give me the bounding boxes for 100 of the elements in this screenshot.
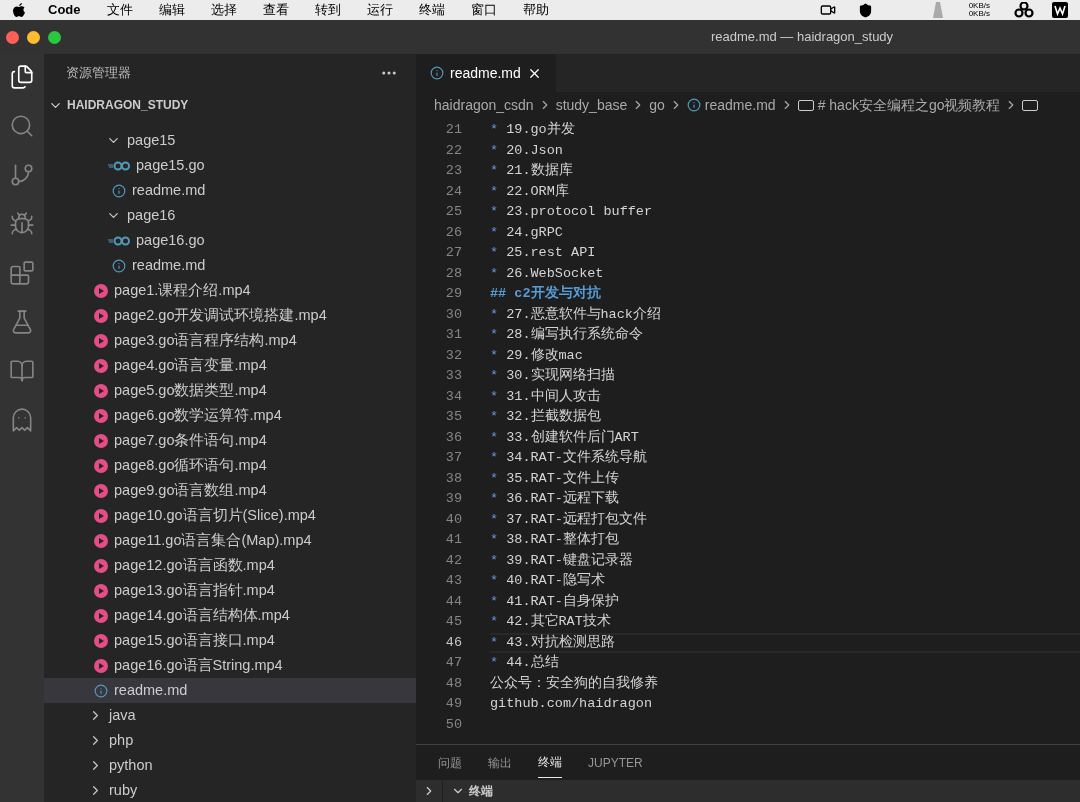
panel-tab[interactable]: 输出 xyxy=(488,747,512,778)
line-number: 27 xyxy=(444,244,462,263)
blocks-icon[interactable] xyxy=(9,260,35,286)
tree-folder[interactable]: ruby xyxy=(44,778,416,802)
shield-icon[interactable] xyxy=(857,2,873,18)
menu-item[interactable]: 选择 xyxy=(210,0,237,20)
code-line: ## c2开发与对抗 xyxy=(490,284,601,304)
line-number: 23 xyxy=(444,162,462,181)
file-label: page6.go数学运算符.mp4 xyxy=(114,405,282,425)
code-line: * 42.其它RAT技术 xyxy=(490,612,611,632)
menu-item[interactable]: 转到 xyxy=(314,0,341,20)
tree-file[interactable]: page10.go语言切片(Slice).mp4 xyxy=(44,503,416,528)
panel-tab[interactable]: 问题 xyxy=(438,747,462,778)
tree-folder[interactable]: python xyxy=(44,753,416,778)
play-icon xyxy=(94,508,108,523)
line-number: 39 xyxy=(444,490,462,509)
breadcrumb-item[interactable]: study_base xyxy=(555,94,628,116)
minimize-window-button[interactable] xyxy=(27,30,40,44)
code-line: * 31.中间人攻击 xyxy=(490,387,601,406)
code-line: * 32.拦截数据包 xyxy=(490,407,601,427)
tree-file[interactable]: page8.go循环语句.mp4 xyxy=(44,453,416,478)
code-line: * 36.RAT-远程下载 xyxy=(490,489,619,509)
section-label: 终端 xyxy=(469,783,493,800)
tree-file[interactable]: page2.go开发调试环境搭建.mp4 xyxy=(44,303,416,328)
editor-tab[interactable]: readme.md xyxy=(416,54,556,92)
tree-file[interactable]: page9.go语言数组.mp4 xyxy=(44,478,416,503)
folder-label: page15 xyxy=(127,130,176,150)
tree-folder[interactable]: page15 xyxy=(44,128,416,153)
w-logo-icon[interactable] xyxy=(1052,2,1068,18)
line-number: 40 xyxy=(444,510,462,529)
close-window-button[interactable] xyxy=(6,30,19,44)
terminal-section-header[interactable]: 终端 xyxy=(416,780,1080,802)
play-icon xyxy=(94,333,108,348)
panel-tab[interactable]: JUPYTER xyxy=(588,747,643,778)
folder-label: page16 xyxy=(127,205,176,225)
file-label: page9.go语言数组.mp4 xyxy=(114,480,267,500)
tree-file[interactable]: page15.go xyxy=(44,153,416,178)
tree-folder[interactable]: php xyxy=(44,728,416,753)
file-label: page3.go语言程序结构.mp4 xyxy=(114,330,297,350)
folder-label: python xyxy=(109,755,153,775)
cluster-icon[interactable] xyxy=(1014,2,1034,18)
breadcrumb-item[interactable]: haidragon_csdn xyxy=(434,94,534,116)
breadcrumb-item[interactable]: go xyxy=(649,94,665,116)
file-label: page12.go语言函数.mp4 xyxy=(114,555,275,575)
menu-item[interactable]: 终端 xyxy=(418,0,445,20)
tree-file[interactable]: page1.课程介绍.mp4 xyxy=(44,278,416,303)
file-label: page15.go xyxy=(136,155,205,175)
play-icon xyxy=(94,633,108,648)
breadcrumb-item[interactable]: # hack安全编程之go视频教程 xyxy=(817,94,1001,116)
tree-file[interactable]: page14.go语言结构体.mp4 xyxy=(44,603,416,628)
zoom-window-button[interactable] xyxy=(48,30,61,44)
panel-tab[interactable]: 终端 xyxy=(538,747,562,778)
menu-item[interactable]: 文件 xyxy=(106,0,133,20)
menu-item[interactable]: 帮助 xyxy=(522,0,549,20)
video-camera-icon[interactable] xyxy=(819,2,836,18)
app-menu[interactable]: Code xyxy=(48,0,81,20)
tree-file[interactable]: page15.go语言接口.mp4 xyxy=(44,628,416,653)
tree-file[interactable]: page6.go数学运算符.mp4 xyxy=(44,403,416,428)
search-icon[interactable] xyxy=(9,113,35,139)
symbol-icon xyxy=(797,99,814,111)
tree-file[interactable]: readme.md xyxy=(44,678,416,703)
files-icon[interactable] xyxy=(9,64,35,90)
play-icon xyxy=(94,583,108,598)
tree-file[interactable]: page5.go数据类型.mp4 xyxy=(44,378,416,403)
folder-label: java xyxy=(109,705,136,725)
branch-icon[interactable] xyxy=(9,162,35,188)
menu-item[interactable]: 窗口 xyxy=(470,0,497,20)
line-number: 34 xyxy=(444,387,462,406)
info-icon xyxy=(686,98,701,112)
tree-file[interactable]: page16.go语言String.mp4 xyxy=(44,653,416,678)
tree-file[interactable]: page3.go语言程序结构.mp4 xyxy=(44,328,416,353)
code-line: * 26.WebSocket xyxy=(490,264,604,283)
tree-file[interactable]: readme.md xyxy=(44,178,416,203)
tree-file[interactable]: page12.go语言函数.mp4 xyxy=(44,553,416,578)
tree-file[interactable]: page13.go语言指针.mp4 xyxy=(44,578,416,603)
file-label: page10.go语言切片(Slice).mp4 xyxy=(114,505,316,525)
tree-file[interactable]: page7.go条件语句.mp4 xyxy=(44,428,416,453)
folder-label: ruby xyxy=(109,780,138,800)
tree-folder[interactable]: page16 xyxy=(44,203,416,228)
tree-file[interactable]: page4.go语言变量.mp4 xyxy=(44,353,416,378)
play-icon xyxy=(94,383,108,398)
menu-item[interactable]: 查看 xyxy=(262,0,289,20)
code-line: * 20.Json xyxy=(490,141,563,160)
code-line: github.com/haidragon xyxy=(490,695,653,714)
tree-file[interactable]: readme.md xyxy=(44,253,416,278)
file-label: readme.md xyxy=(132,255,206,275)
book-icon[interactable] xyxy=(9,358,35,384)
line-number: 37 xyxy=(444,449,462,468)
menu-item[interactable]: 编辑 xyxy=(158,0,185,20)
tree-file[interactable]: page11.go语言集合(Map).mp4 xyxy=(44,528,416,553)
bug-icon[interactable] xyxy=(9,211,35,237)
tree-folder[interactable]: java xyxy=(44,703,416,728)
tree-file[interactable]: page16.go xyxy=(44,228,416,253)
menu-item[interactable]: 运行 xyxy=(366,0,393,20)
root-folder-header[interactable]: HAIDRAGON_STUDY xyxy=(44,92,416,118)
line-number: 42 xyxy=(444,551,462,570)
network-speed: 0KB/s xyxy=(968,2,990,10)
breadcrumb-item[interactable]: readme.md xyxy=(704,94,776,116)
play-icon xyxy=(94,408,108,423)
line-number: 28 xyxy=(444,264,462,283)
